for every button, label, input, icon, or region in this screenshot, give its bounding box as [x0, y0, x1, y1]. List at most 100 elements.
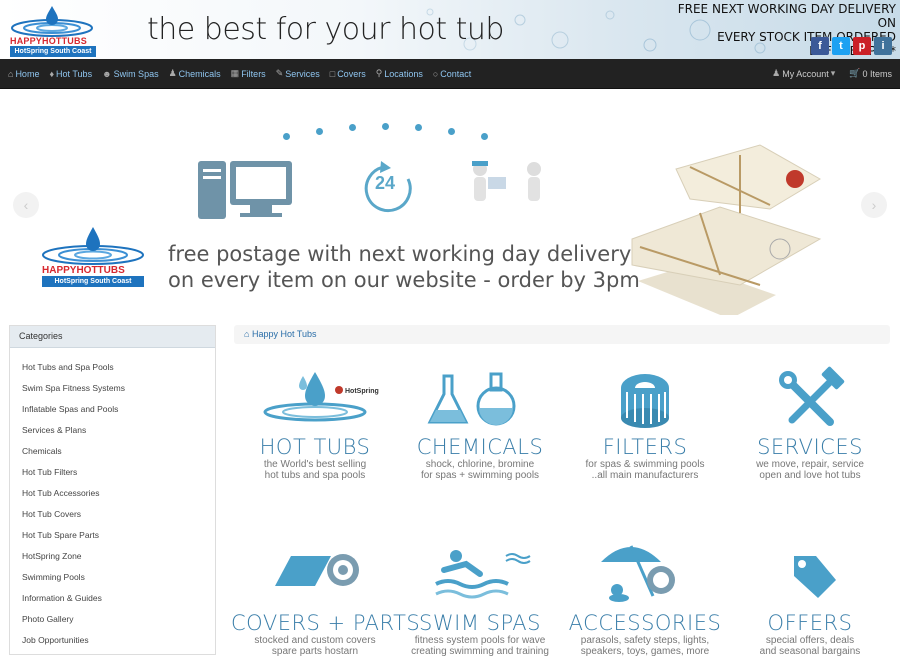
users-icon: ☻ [102, 68, 112, 79]
tile-desc-2: hot tubs and spa pools [264, 470, 366, 481]
social-links: f t p i [811, 37, 892, 55]
accessories-icon [601, 545, 675, 602]
tile-title: SWIM SPAS [419, 611, 541, 635]
tile-desc-1: the World's best selling [263, 459, 367, 470]
category-item[interactable]: HotSpring Zone [10, 546, 215, 567]
home-icon: ⌂ [8, 68, 14, 79]
category-item[interactable]: Hot Tub Filters [10, 462, 215, 483]
tile-desc-2: ..all main manufacturers [591, 470, 699, 481]
banner-line-1: free postage with next working day deliv… [168, 242, 632, 266]
banner-logo: HAPPYHOTTUBS HotSpring South Coast [40, 223, 146, 291]
site-logo[interactable]: HAPPYHOTTUBS HotSpring South Coast [8, 2, 96, 57]
category-item[interactable]: Chemicals [10, 441, 215, 462]
nav-home[interactable]: ⌂ Home [8, 69, 39, 79]
tile-desc-1: special offers, deals [765, 635, 855, 646]
categories-sidebar: Categories Hot Tubs and Spa Pools Swim S… [9, 325, 216, 655]
category-list: Hot Tubs and Spa Pools Swim Spa Fitness … [10, 348, 215, 651]
tile-title: COVERS + PARTS [231, 611, 421, 635]
category-item[interactable]: Swim Spa Fitness Systems [10, 378, 215, 399]
clock-label: 24 [375, 173, 396, 193]
delivery-line-1: FREE NEXT WORKING DAY DELIVERY ON [677, 2, 896, 30]
cart-icon: 🛒 [849, 68, 861, 78]
category-item[interactable]: Hot Tub Covers [10, 504, 215, 525]
tile-desc-2: spare parts hostarn [271, 646, 359, 657]
tile-desc-1: fitness system pools for wave [414, 635, 546, 646]
map-marker-icon: ⚲ [375, 68, 383, 78]
offers-icon [794, 556, 836, 598]
home-icon: ⌂ [244, 329, 250, 339]
tile-title: ACCESSORIES [568, 611, 722, 635]
category-item[interactable]: Hot Tub Accessories [10, 483, 215, 504]
tile-desc-1: for spas & swimming pools [585, 459, 705, 470]
water-drop-icon [42, 227, 144, 265]
computer-icon [198, 161, 292, 219]
tile-swim-spas[interactable]: SWIM SPAS fitness system pools for wave … [396, 536, 564, 657]
user-icon: ♟ [168, 68, 177, 78]
site-tagline: the best for your hot tub [147, 12, 504, 47]
nav-locations[interactable]: ⚲ Locations [376, 68, 423, 79]
twitter-icon[interactable]: t [832, 37, 850, 55]
tile-services[interactable]: SERVICES we move, repair, service open a… [726, 360, 894, 481]
category-item[interactable]: Swimming Pools [10, 567, 215, 588]
filters-icon [621, 374, 669, 428]
nav-services[interactable]: ✎ Services [276, 68, 320, 79]
logo-wordmark: HAPPYHOTTUBS [10, 36, 87, 46]
tile-covers-parts[interactable]: COVERS + PARTS stocked and custom covers… [231, 536, 421, 657]
banner-logo-wordmark: HAPPYHOTTUBS [42, 265, 125, 276]
tile-desc-2: creating swimming and training [411, 646, 549, 657]
tile-desc-2: for spas + swimming pools [420, 470, 540, 481]
tile-desc-2: and seasonal bargains [759, 646, 861, 657]
services-icon [779, 366, 845, 426]
category-item[interactable]: Photo Gallery [10, 609, 215, 630]
svg-text:HotSpring: HotSpring [345, 388, 379, 395]
comment-icon: ○ [432, 68, 439, 79]
category-item[interactable]: Hot Tub Spare Parts [10, 525, 215, 546]
category-item[interactable]: Inflatable Spas and Pools [10, 399, 215, 420]
nav-filters[interactable]: ▦ Filters [231, 68, 266, 79]
grid-icon: ▦ [230, 68, 240, 78]
couriers-icon [472, 161, 541, 201]
banner-line-2: on every item on our website - order by … [168, 268, 640, 292]
water-drop-icon [11, 6, 93, 37]
instagram-icon[interactable]: i [874, 37, 892, 55]
nav-contact[interactable]: ○ Contact [433, 69, 471, 79]
sidebar-title: Categories [10, 326, 215, 348]
tile-desc-2: speakers, toys, games, more [580, 646, 710, 657]
tile-title: HOT TUBS [259, 435, 371, 459]
main-nav: ⌂ Home ♦ Hot Tubs ☻ Swim Spas ♟ Chemicals ▦ F… [0, 59, 900, 89]
tile-chemicals[interactable]: CHEMICALS shock, chlorine, bromine for s… [396, 360, 564, 481]
wrench-icon: ✎ [275, 68, 284, 78]
category-item[interactable]: Job Opportunities [10, 630, 215, 651]
swim-spas-icon [435, 550, 531, 599]
tile-filters[interactable]: FILTERS for spas & swimming pools ..all … [561, 360, 729, 481]
caret-down-icon: ▾ [830, 68, 836, 78]
breadcrumb: ⌂ Happy Hot Tubs [234, 325, 890, 344]
nav-covers[interactable]: □ Covers [330, 69, 366, 79]
tile-desc-1: we move, repair, service [756, 459, 864, 470]
tile-offers[interactable]: OFFERS special offers, deals and seasona… [726, 536, 894, 657]
site-header: HAPPYHOTTUBS HotSpring South Coast the b… [0, 0, 900, 59]
promo-banner: ‹ › 24 HAPPYHOTTUBS HotSpring South Coas… [0, 89, 900, 315]
banner-text: free postage with next working day deliv… [168, 241, 640, 293]
category-item[interactable]: Hot Tubs and Spa Pools [10, 357, 215, 378]
pinterest-icon[interactable]: p [853, 37, 871, 55]
nav-swim-spas[interactable]: ☻ Swim Spas [102, 69, 159, 79]
logo-subtitle: HotSpring South Coast [10, 46, 96, 57]
breadcrumb-home-link[interactable]: Happy Hot Tubs [252, 329, 317, 339]
hot-tubs-icon: HotSpring [263, 372, 379, 422]
category-item[interactable]: Services & Plans [10, 420, 215, 441]
cart-link[interactable]: 🛒 0 Items [849, 68, 892, 79]
tile-desc-2: open and love hot tubs [759, 470, 861, 481]
category-item[interactable]: Information & Guides [10, 588, 215, 609]
facebook-icon[interactable]: f [811, 37, 829, 55]
chemicals-icon [427, 372, 516, 426]
tile-accessories[interactable]: ACCESSORIES parasols, safety steps, ligh… [561, 536, 729, 657]
square-icon: □ [329, 68, 336, 79]
tile-desc-1: shock, chlorine, bromine [425, 459, 535, 470]
parcels-image [631, 144, 822, 315]
tile-desc-1: stocked and custom covers [254, 635, 376, 646]
nav-hot-tubs[interactable]: ♦ Hot Tubs [49, 69, 92, 79]
my-account-dropdown[interactable]: ♟ My Account ▾ [772, 68, 835, 79]
tile-hot-tubs[interactable]: HotSpring HOT TUBS the World's best sell… [231, 360, 399, 481]
nav-chemicals[interactable]: ♟ Chemicals [169, 68, 221, 79]
